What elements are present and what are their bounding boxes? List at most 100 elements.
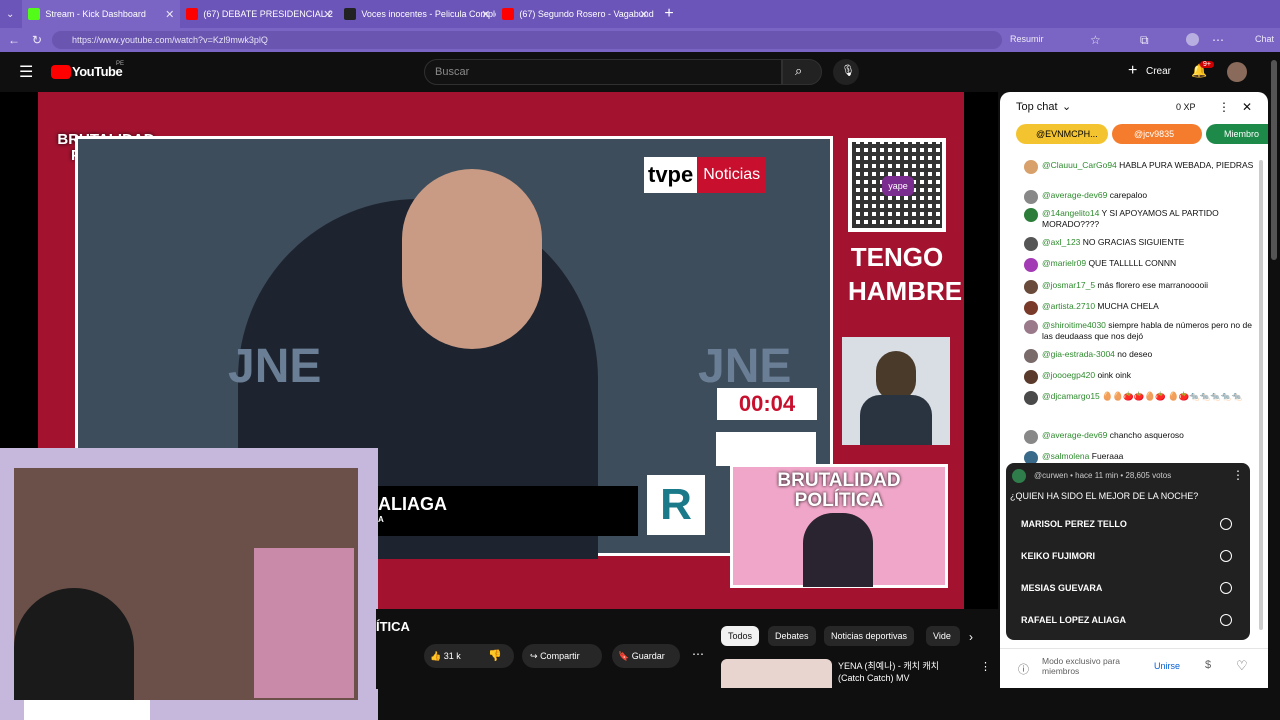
chat-user-avatar[interactable] [1024, 190, 1038, 204]
youtube-logo-icon[interactable] [51, 65, 71, 79]
chat-user-avatar[interactable] [1024, 349, 1038, 363]
create-button[interactable]: Crear [1146, 66, 1171, 77]
browser-tab[interactable]: Voces inocentes - Pelicula Complet ✕ [338, 0, 496, 28]
tab-menu-icon[interactable]: ⌄ [6, 9, 14, 20]
chat-username[interactable]: @salmolena [1042, 451, 1089, 461]
new-tab-button[interactable]: + [664, 5, 673, 23]
pinned-supporter-chip[interactable]: @jcv9835 [1112, 124, 1202, 144]
favorites-icon[interactable]: ☆ [1090, 33, 1101, 47]
back-icon[interactable]: ← [8, 33, 20, 47]
search-input[interactable]: Buscar [424, 59, 782, 85]
chat-username[interactable]: @Clauuu_CarGo94 [1042, 160, 1117, 170]
pinned-supporter-chip[interactable]: @EVNMCPH... [1016, 124, 1108, 144]
chat-message-text: Fueraaa [1091, 451, 1124, 461]
chat-username[interactable]: @marielr09 [1042, 258, 1086, 268]
chat-user-avatar[interactable] [1024, 258, 1038, 272]
scrollbar-thumb[interactable] [1271, 60, 1277, 260]
recommendation-menu-icon[interactable]: ⋮ [980, 660, 991, 673]
chat-message-body: @14angelito14 Y SI APOYAMOS AL PARTIDO M… [1042, 208, 1254, 230]
reload-icon[interactable]: ↻ [32, 33, 42, 47]
chat-user-avatar[interactable] [1024, 160, 1038, 174]
chat-message: @shiroitime4030 siempre habla de números… [1014, 320, 1254, 342]
chat-username[interactable]: @axl_123 [1042, 237, 1080, 247]
address-bar: ← ↻ https://www.youtube.com/watch?v=Kzl9… [0, 28, 1280, 52]
resume-button[interactable]: Resumir [1010, 34, 1044, 44]
thumbs-up-icon: 👍 [430, 651, 442, 661]
chat-username[interactable]: @djcamargo15 [1042, 391, 1100, 401]
video-title: ÍTICA [376, 619, 410, 634]
super-chat-icon[interactable]: $ [1205, 659, 1211, 671]
chip-noticias-deportivas[interactable]: Noticias deportivas [824, 626, 915, 646]
browser-tab[interactable]: (67) DEBATE PRESIDENCIAL 2 ✕ [180, 0, 338, 28]
poll-option[interactable]: RAFAEL LOPEZ ALIAGA [1014, 607, 1240, 633]
create-icon[interactable]: + [1128, 62, 1137, 80]
dislike-icon[interactable]: 👎 [488, 649, 502, 662]
voice-search-button[interactable]: 🎙 [833, 59, 859, 85]
more-icon[interactable]: ⋯ [1212, 33, 1224, 47]
search-button[interactable]: ⌕ [782, 59, 822, 85]
radio-icon [1220, 582, 1232, 594]
hamburger-menu-icon[interactable]: ☰ [19, 62, 33, 82]
chip-todos[interactable]: Todos [721, 626, 760, 646]
chat-scrollbar[interactable] [1259, 160, 1263, 630]
chat-user-avatar[interactable] [1024, 301, 1038, 315]
copilot-chat-button[interactable]: Chat [1255, 34, 1274, 44]
radio-icon [1220, 550, 1232, 562]
chat-user-avatar[interactable] [1024, 280, 1038, 294]
chat-username[interactable]: @average-dev69 [1042, 190, 1107, 200]
chat-username[interactable]: @gia-estrada-3004 [1042, 349, 1115, 359]
close-tab-icon[interactable]: ✕ [323, 8, 332, 21]
tab-title: Stream - Kick Dashboard [45, 9, 146, 19]
close-tab-icon[interactable]: ✕ [639, 8, 648, 21]
party-logo: R [647, 475, 705, 535]
chat-message-text: oink oink [1097, 370, 1132, 380]
chat-username[interactable]: @artista.2710 [1042, 301, 1095, 311]
recommendation-title[interactable]: YENA (최예나) - 캐치 캐치 (Catch Catch) MV [838, 660, 966, 684]
share-button[interactable]: ↪ Compartir [522, 644, 602, 668]
close-tab-icon[interactable]: ✕ [481, 8, 490, 21]
chip-videos[interactable]: Vide [926, 626, 960, 646]
chat-username[interactable]: @joooegp420 [1042, 370, 1095, 380]
chat-user-avatar[interactable] [1024, 208, 1038, 222]
close-chat-icon[interactable]: ✕ [1242, 100, 1252, 114]
notification-count-badge: 9+ [1200, 61, 1214, 68]
chat-user-avatar[interactable] [1024, 370, 1038, 384]
heart-icon[interactable]: ♡ [1236, 658, 1248, 674]
chat-user-avatar[interactable] [1024, 237, 1038, 251]
profile-avatar[interactable] [1186, 33, 1199, 46]
chat-user-avatar[interactable] [1024, 391, 1038, 405]
poll-option[interactable]: KEIKO FUJIMORI [1014, 543, 1240, 569]
chip-debates[interactable]: Debates [768, 626, 816, 646]
account-avatar[interactable] [1227, 62, 1247, 82]
poll-option[interactable]: MARISOL PEREZ TELLO [1014, 511, 1240, 537]
chevron-down-icon[interactable]: ⌄ [1062, 100, 1071, 113]
more-actions-icon[interactable]: ⋯ [692, 647, 704, 661]
candidate-subtitle: A [378, 515, 384, 524]
chat-menu-icon[interactable]: ⋮ [1218, 100, 1230, 114]
chat-username[interactable]: @14angelito14 [1042, 208, 1099, 218]
youtube-logo-text[interactable]: YouTube [72, 64, 123, 79]
poll-option[interactable]: MESIAS GUEVARA [1014, 575, 1240, 601]
chat-username[interactable]: @shiroitime4030 [1042, 320, 1106, 330]
chevron-right-icon[interactable]: › [969, 630, 973, 644]
chat-username[interactable]: @josmar17_5 [1042, 280, 1095, 290]
chat-mode-dropdown[interactable]: Top chat [1016, 101, 1058, 113]
url-field[interactable]: https://www.youtube.com/watch?v=Kzl9mwk3… [52, 31, 1002, 49]
join-button[interactable]: Unirse [1154, 661, 1180, 671]
poll-menu-icon[interactable]: ⋮ [1232, 468, 1244, 482]
chat-user-avatar[interactable] [1024, 320, 1038, 334]
recommendation-thumbnail[interactable] [721, 659, 832, 688]
yape-qr-code: yape [848, 138, 946, 232]
close-tab-icon[interactable]: ✕ [165, 8, 174, 21]
page-scrollbar[interactable] [1268, 52, 1280, 688]
chat-username[interactable]: @average-dev69 [1042, 430, 1107, 440]
browser-tab[interactable]: (67) Segundo Rosero - Vagabunde ✕ [496, 0, 654, 28]
pinned-supporter-chip[interactable]: Miembro [1206, 124, 1268, 144]
save-button[interactable]: 🔖 Guardar [612, 644, 680, 668]
collections-icon[interactable]: ⧉ [1140, 33, 1149, 48]
chat-user-avatar[interactable] [1024, 430, 1038, 444]
info-icon[interactable]: ⓘ [1018, 661, 1029, 677]
bookmark-icon: 🔖 [618, 651, 630, 661]
chat-message: @salmolena Fueraaa [1014, 451, 1254, 465]
browser-tab[interactable]: Stream - Kick Dashboard ✕ [22, 0, 181, 28]
